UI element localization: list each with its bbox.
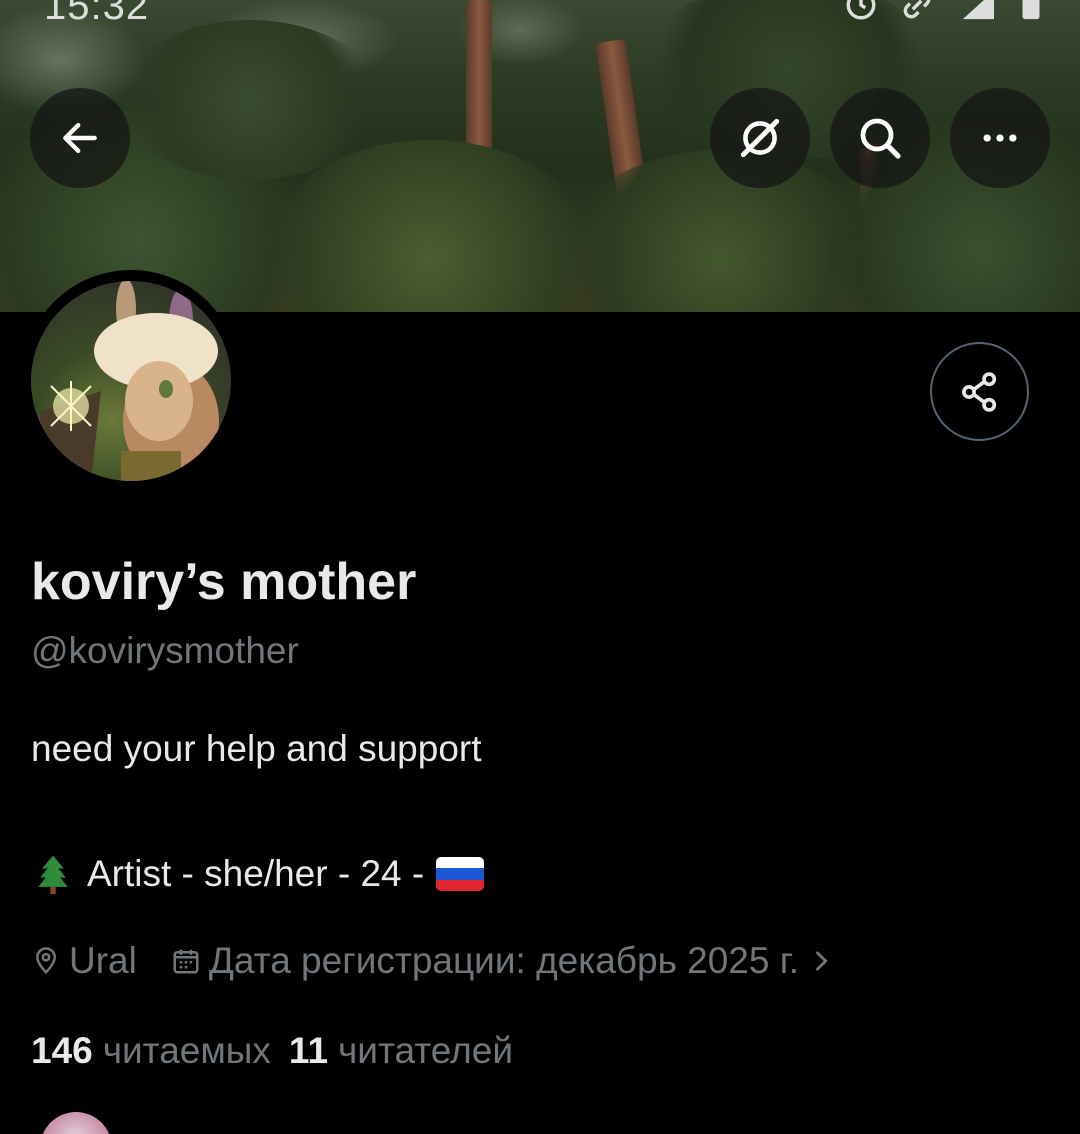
status-time: 15:32 xyxy=(44,0,150,28)
join-date-text: Дата регистрации: декабрь 2025 г. xyxy=(208,940,799,981)
banner-foliage xyxy=(120,20,380,180)
search-icon xyxy=(860,118,901,159)
following-label: читаемых xyxy=(102,1030,271,1071)
following-link[interactable]: 146 читаемых xyxy=(31,1030,271,1072)
profile-meta: Ural Дата регистрации: декабрь 2025 г. xyxy=(31,940,835,982)
chevron-right-icon xyxy=(816,951,828,971)
location: Ural xyxy=(31,940,137,982)
follower-avatar[interactable] xyxy=(40,1112,112,1134)
grok-icon xyxy=(740,118,780,158)
search-button[interactable] xyxy=(830,88,930,188)
calendar-icon xyxy=(173,949,199,974)
followers-label: читателей xyxy=(338,1030,513,1071)
grok-button[interactable] xyxy=(710,88,810,188)
avatar[interactable] xyxy=(31,281,231,481)
bio-line-2: Artist - she/her - 24 - xyxy=(31,852,485,896)
join-date[interactable]: Дата регистрации: декабрь 2025 г. xyxy=(171,940,835,982)
tree-emoji xyxy=(38,855,68,895)
more-icon xyxy=(983,134,1017,142)
location-pin-icon xyxy=(35,947,57,975)
followers-count: 11 xyxy=(288,1030,329,1071)
followers-link[interactable]: 11 читателей xyxy=(289,1030,513,1072)
location-text: Ural xyxy=(69,940,137,981)
battery-icon xyxy=(1022,0,1040,20)
profile-stats: 146 читаемых 11 читателей xyxy=(31,1030,513,1072)
bio-line-1: need your help and support xyxy=(31,728,482,769)
bio-line-2-text: Artist - she/her - 24 - xyxy=(87,853,425,894)
following-count: 146 xyxy=(31,1030,93,1071)
back-button[interactable] xyxy=(30,88,130,188)
avatar-illustration xyxy=(31,281,219,481)
profile-handle: @kovirysmother xyxy=(31,630,299,671)
link-icon xyxy=(903,0,931,19)
russian-flag-emoji xyxy=(436,857,485,891)
alarm-icon xyxy=(846,0,876,20)
arrow-left-icon xyxy=(63,122,97,154)
lte-signal-icon xyxy=(962,0,994,20)
profile-name: koviry’s mother xyxy=(31,553,417,611)
share-icon xyxy=(961,371,996,412)
status-icons xyxy=(844,0,1042,22)
more-button[interactable] xyxy=(950,88,1050,188)
share-button[interactable] xyxy=(930,342,1029,441)
